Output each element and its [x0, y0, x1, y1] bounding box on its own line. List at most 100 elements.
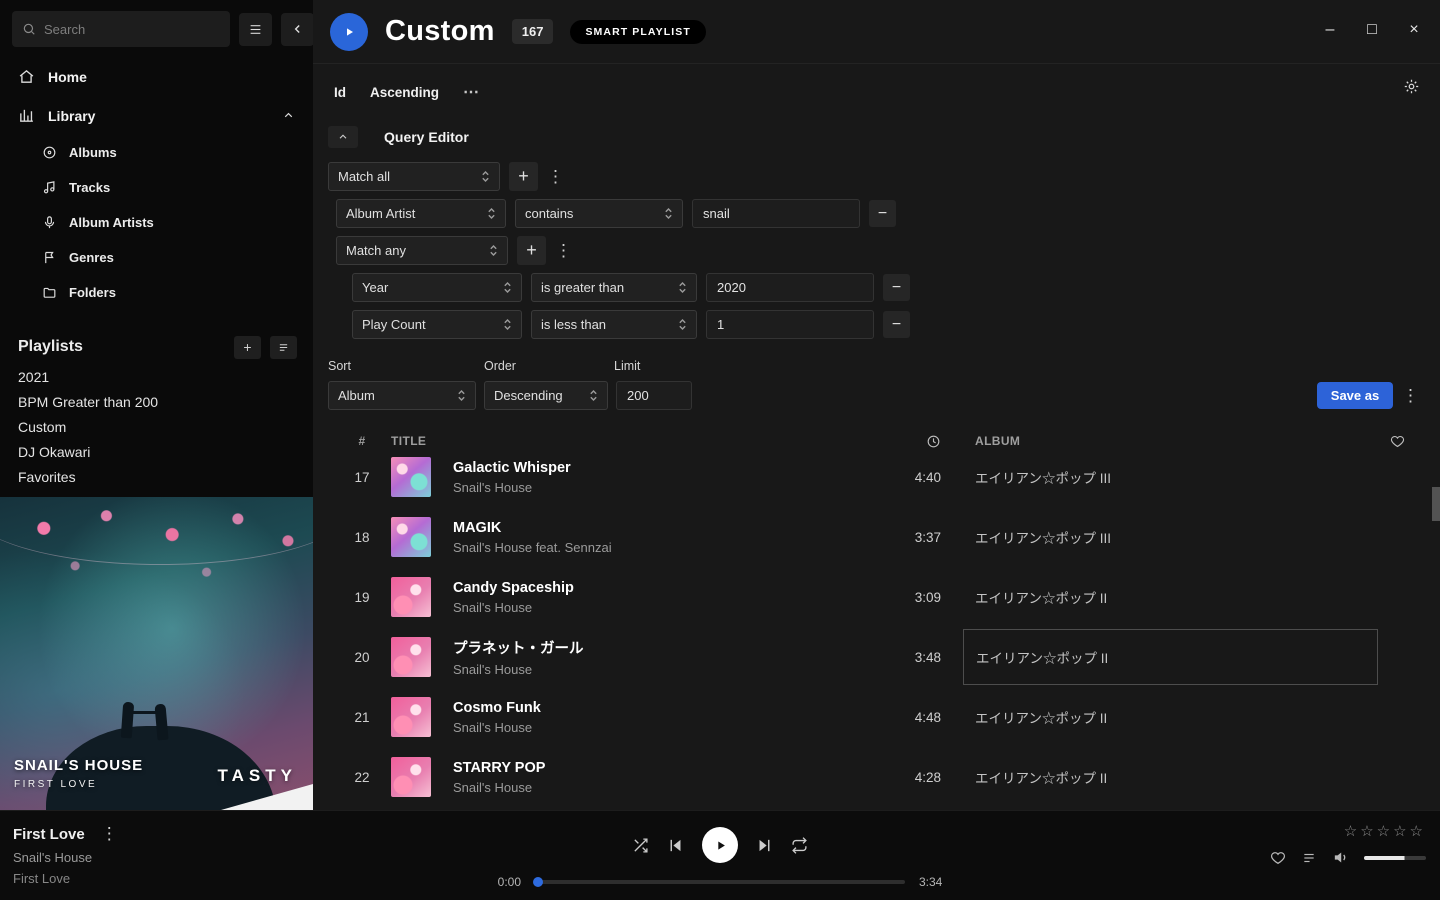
remove-rule-button[interactable]: − [869, 200, 896, 227]
sidebar-item-album-artists[interactable]: Album Artists [0, 205, 313, 240]
track-list: 17 Galactic Whisper Snail's House 4:40 エ… [313, 456, 1440, 809]
table-row[interactable]: 22 STARRY POP Snail's House 4:28 エイリアン☆ポ… [313, 747, 1440, 807]
next-button[interactable] [756, 837, 773, 854]
menu-button[interactable] [239, 13, 272, 46]
rating-stars[interactable]: ☆☆☆☆☆ [1344, 822, 1426, 840]
shuffle-button[interactable] [632, 837, 649, 854]
rule-value-input[interactable] [692, 199, 860, 228]
seek-bar[interactable] [535, 880, 905, 884]
rule-field-select[interactable]: Year [352, 273, 522, 302]
seek-thumb[interactable] [533, 877, 543, 887]
favorite-button[interactable] [1270, 850, 1286, 866]
select-value: Year [362, 280, 388, 295]
select-value: Album [338, 388, 375, 403]
search-icon [22, 22, 36, 36]
playlist-item[interactable]: DJ Okawari [0, 439, 313, 464]
repeat-button[interactable] [791, 837, 808, 854]
table-row[interactable]: 19 Candy Spaceship Snail's House 3:09 エイ… [313, 567, 1440, 627]
add-group-rule-button[interactable]: + [517, 236, 546, 265]
star-icon[interactable]: ☆ [1410, 823, 1426, 840]
track-options-button[interactable]: ⋮ [101, 824, 117, 844]
sidebar-item-library[interactable]: Library [0, 96, 313, 135]
track-info: Candy Spaceship Snail's House [453, 580, 871, 615]
group-menu-button[interactable]: ⋮ [555, 241, 571, 261]
playlist-item[interactable]: Favorites [0, 464, 313, 489]
folder-icon [42, 285, 57, 300]
nav-back-button[interactable] [281, 13, 314, 46]
updown-chevron-icon [503, 281, 512, 294]
column-title[interactable]: TITLE [391, 434, 871, 448]
column-favorite[interactable] [1374, 434, 1420, 449]
more-options-button[interactable]: ⋯ [463, 82, 480, 102]
rule-operator-select[interactable]: is less than [531, 310, 697, 339]
playlist-label: Custom [18, 419, 66, 435]
table-row[interactable]: 17 Galactic Whisper Snail's House 4:40 エ… [313, 456, 1440, 507]
sidebar-item-label: Home [48, 69, 87, 85]
track-info: MAGIK Snail's House feat. Sennzai [453, 520, 871, 555]
group-match-select[interactable]: Match any [336, 236, 508, 265]
minimize-button[interactable]: – [1314, 16, 1346, 44]
save-menu-button[interactable]: ⋮ [1402, 386, 1418, 406]
sort-direction-button[interactable]: Ascending [370, 85, 439, 100]
rule-value-input[interactable] [706, 273, 874, 302]
rule-value-input[interactable] [706, 310, 874, 339]
star-icon[interactable]: ☆ [1344, 823, 1360, 840]
rule-operator-select[interactable]: contains [515, 199, 683, 228]
star-icon[interactable]: ☆ [1377, 823, 1393, 840]
play-playlist-button[interactable] [330, 13, 368, 51]
previous-button[interactable] [667, 837, 684, 854]
rule-field-select[interactable]: Album Artist [336, 199, 506, 228]
volume-button[interactable] [1332, 849, 1349, 866]
search-input[interactable] [44, 22, 220, 37]
sort-label: Sort [328, 359, 484, 373]
track-album-focused[interactable]: エイリアン☆ポップ II [963, 629, 1378, 685]
column-number[interactable]: # [341, 434, 383, 448]
queue-button[interactable] [1301, 851, 1317, 865]
rule-operator-select[interactable]: is greater than [531, 273, 697, 302]
settings-gear-button[interactable] [1403, 78, 1420, 95]
order-label: Order [484, 359, 614, 373]
artwork-figure [154, 704, 168, 741]
chevron-up-icon[interactable] [282, 109, 295, 122]
collapse-query-editor-button[interactable] [328, 126, 358, 148]
star-icon[interactable]: ☆ [1360, 823, 1376, 840]
remove-rule-button[interactable]: − [883, 311, 910, 338]
order-select[interactable]: Descending [484, 381, 608, 410]
sidebar-item-albums[interactable]: Albums [0, 135, 313, 170]
manage-playlists-button[interactable] [270, 336, 297, 359]
playlist-item[interactable]: BPM Greater than 200 [0, 389, 313, 414]
star-icon[interactable]: ☆ [1393, 823, 1409, 840]
play-pause-button[interactable] [702, 827, 738, 863]
sort-field-button[interactable]: Id [334, 85, 346, 100]
playlist-item[interactable]: Custom [0, 414, 313, 439]
rule-menu-button[interactable]: ⋮ [547, 167, 563, 187]
volume-slider[interactable] [1364, 856, 1426, 860]
artwork-title: FIRST LOVE [14, 779, 143, 790]
close-icon: × [1409, 21, 1418, 39]
add-playlist-button[interactable]: + [234, 336, 261, 359]
table-row[interactable]: 18 MAGIK Snail's House feat. Sennzai 3:3… [313, 507, 1440, 567]
select-value: Match all [338, 169, 390, 184]
scrollbar-thumb[interactable] [1432, 487, 1440, 521]
sort-select[interactable]: Album [328, 381, 476, 410]
match-select[interactable]: Match all [328, 162, 500, 191]
column-album[interactable]: ALBUM [975, 434, 1374, 448]
playlist-item[interactable]: 2021 [0, 364, 313, 389]
remove-rule-button[interactable]: − [883, 274, 910, 301]
search-box[interactable] [12, 11, 230, 47]
limit-input[interactable] [616, 381, 692, 410]
sidebar-item-genres[interactable]: Genres [0, 240, 313, 275]
clock-icon [926, 434, 941, 449]
album-art-thumbnail [391, 457, 431, 497]
sidebar-item-folders[interactable]: Folders [0, 275, 313, 310]
sidebar-item-tracks[interactable]: Tracks [0, 170, 313, 205]
maximize-button[interactable]: □ [1356, 16, 1388, 44]
save-as-button[interactable]: Save as [1317, 382, 1393, 409]
rule-field-select[interactable]: Play Count [352, 310, 522, 339]
table-row[interactable]: 21 Cosmo Funk Snail's House 4:48 エイリアン☆ポ… [313, 687, 1440, 747]
table-row[interactable]: 20 プラネット・ガール Snail's House 3:48 エイリアン☆ポッ… [313, 627, 1440, 687]
close-button[interactable]: × [1398, 16, 1430, 44]
column-duration[interactable] [871, 434, 941, 449]
add-rule-button[interactable]: + [509, 162, 538, 191]
sidebar-item-home[interactable]: Home [0, 57, 313, 96]
